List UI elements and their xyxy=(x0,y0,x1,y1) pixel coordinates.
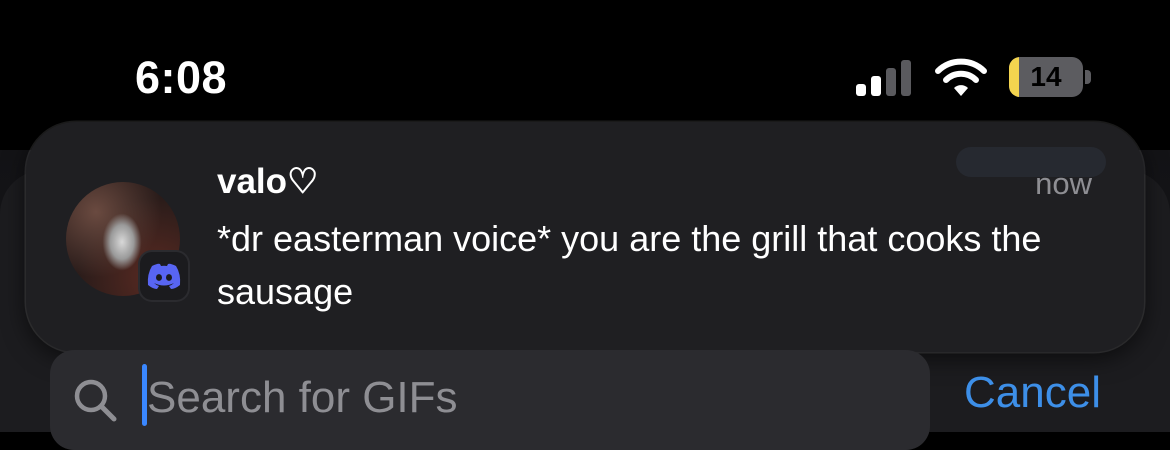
notification-time: now xyxy=(1035,166,1092,201)
search-input[interactable] xyxy=(147,370,847,426)
discord-icon xyxy=(140,252,188,300)
notification-banner[interactable]: valo♡ now *dr easterman voice* you are t… xyxy=(26,122,1144,352)
cellular-signal-icon xyxy=(856,60,912,96)
sender-avatar xyxy=(66,182,194,310)
status-time: 6:08 xyxy=(135,52,228,103)
gif-search-bar[interactable] xyxy=(50,350,930,450)
notification-message: *dr easterman voice* you are the grill t… xyxy=(217,218,1042,312)
wifi-icon xyxy=(935,58,987,96)
search-icon xyxy=(74,379,117,422)
battery-percent: 14 xyxy=(1030,61,1062,92)
cancel-button[interactable]: Cancel xyxy=(964,368,1101,418)
notification-sender: valo♡ xyxy=(217,162,319,201)
battery-icon: 14 xyxy=(1009,57,1093,99)
